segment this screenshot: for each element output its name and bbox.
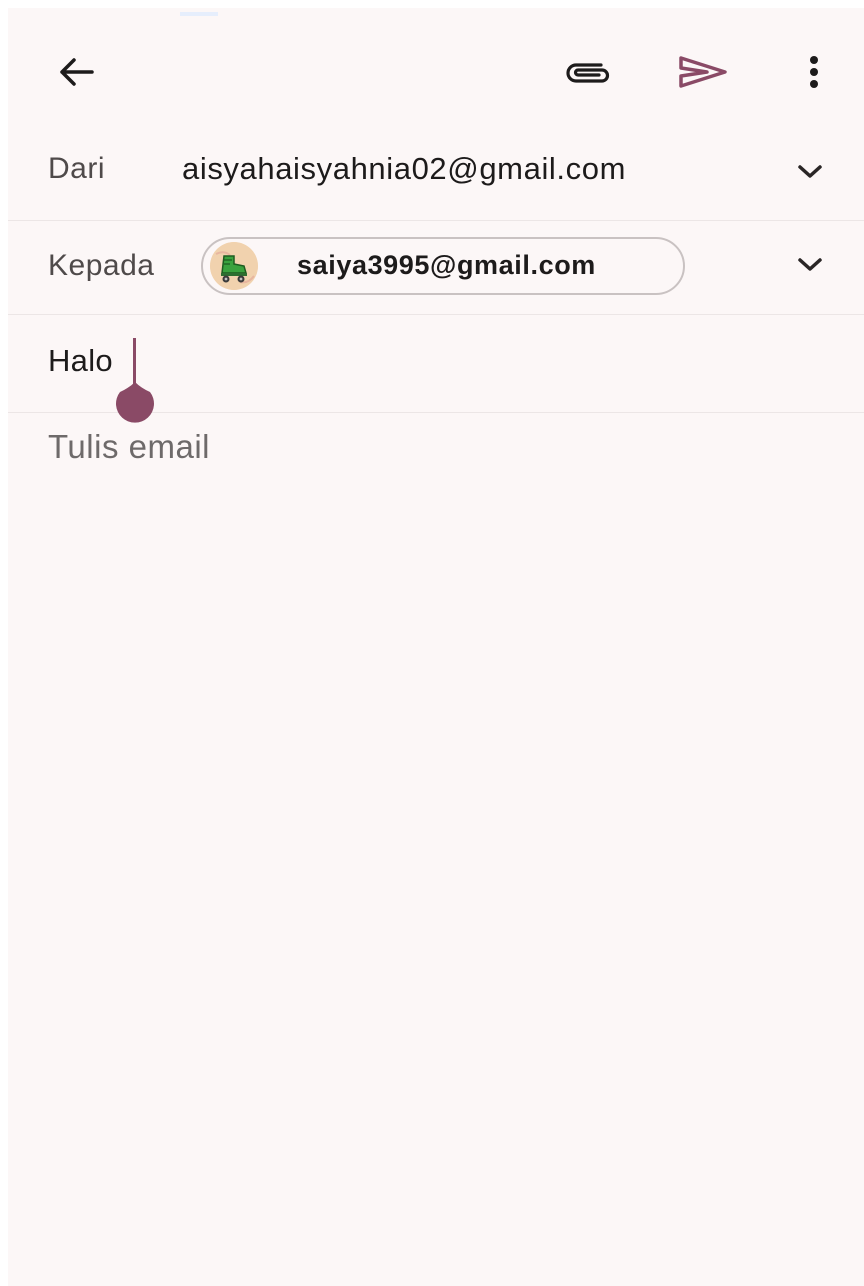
compose-toolbar <box>8 8 864 124</box>
body-input[interactable]: Tulis email <box>48 428 210 466</box>
from-address[interactable]: aisyahaisyahnia02@gmail.com <box>182 151 626 187</box>
recipient-address: saiya3995@gmail.com <box>297 250 596 280</box>
from-dropdown-button[interactable] <box>793 155 827 189</box>
to-dropdown-button[interactable] <box>793 248 827 282</box>
to-label: Kepada <box>48 249 155 282</box>
compose-screen: Dari aisyahaisyahnia02@gmail.com Kepada <box>8 8 864 1286</box>
more-vertical-icon <box>810 56 818 88</box>
cursor-handle-icon[interactable] <box>110 382 160 426</box>
more-options-button[interactable] <box>794 42 834 102</box>
paperclip-icon <box>566 63 610 83</box>
send-button[interactable] <box>673 42 733 102</box>
roller-skate-avatar <box>210 242 258 290</box>
subject-field[interactable]: Halo <box>48 343 113 379</box>
subject-row[interactable]: Halo <box>8 314 864 423</box>
attach-button[interactable] <box>558 42 618 102</box>
arrow-left-icon <box>60 58 94 86</box>
from-label: Dari <box>48 152 106 185</box>
to-row[interactable]: Kepada saiya3995@gmail.com <box>8 220 864 315</box>
send-icon <box>679 56 727 88</box>
from-row[interactable]: Dari aisyahaisyahnia02@gmail.com <box>8 124 864 221</box>
back-button[interactable] <box>46 42 106 102</box>
chevron-down-icon <box>798 165 822 178</box>
chevron-down-icon <box>798 258 822 271</box>
recipient-chip[interactable]: saiya3995@gmail.com <box>201 237 685 295</box>
text-cursor <box>133 338 136 386</box>
recipient-avatar <box>210 242 258 290</box>
